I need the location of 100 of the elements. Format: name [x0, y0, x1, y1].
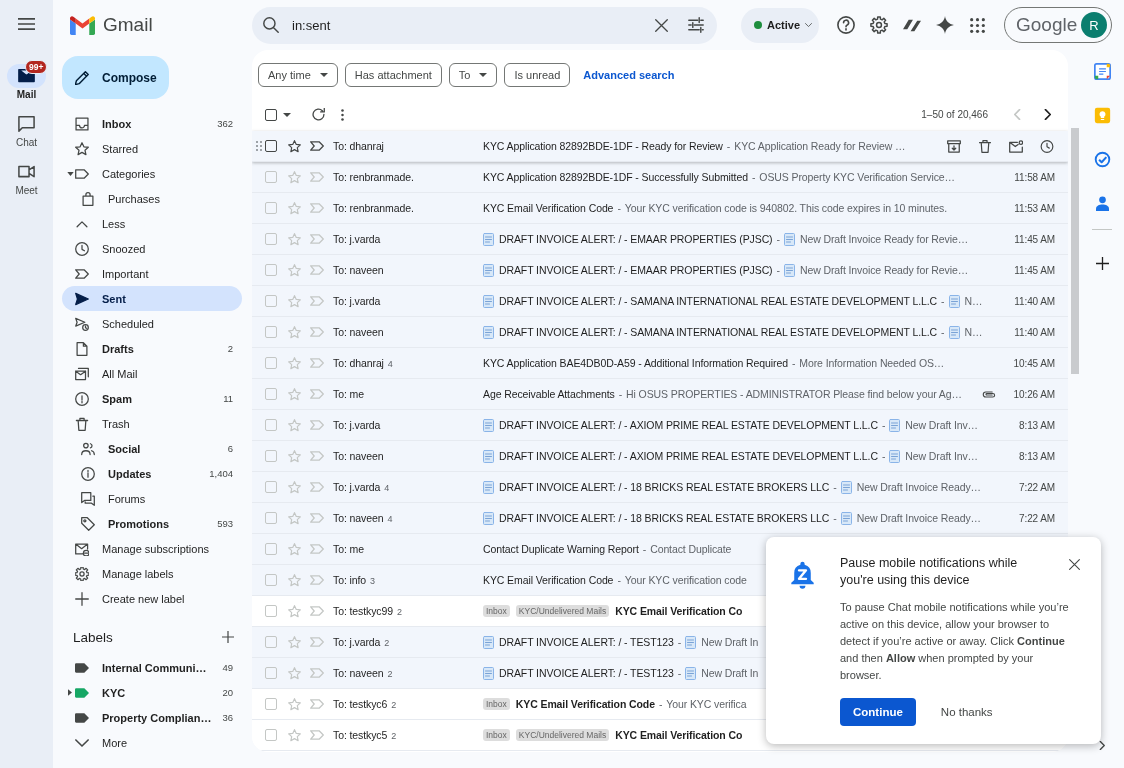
sidebar-item[interactable]: Trash [62, 411, 242, 436]
select-all-checkbox[interactable] [265, 108, 277, 121]
sidebar-item[interactable]: Purchases [62, 186, 242, 211]
receipt-icon [483, 418, 494, 432]
star-icon[interactable] [288, 139, 301, 153]
rail-nav-item[interactable]: Chat [0, 106, 53, 154]
search-bar[interactable]: in:sent [252, 6, 717, 44]
compose-button[interactable]: Compose [62, 56, 169, 99]
sidebar-item[interactable]: All Mail [62, 361, 242, 386]
email-row[interactable]: To: dhanraj KYC Application 82892BDE-1DF - Ready for Review - KYC Application Ready for Review … [252, 131, 1068, 162]
sidebar-item[interactable]: Social 6 [62, 436, 242, 461]
sidebar-item[interactable]: Manage labels [62, 561, 242, 586]
thread-count: 2 [391, 731, 397, 741]
status-button[interactable]: Active [741, 7, 819, 43]
shopping-bag-icon [81, 191, 95, 206]
caret-icon[interactable] [68, 689, 72, 696]
filter-chip[interactable]: To [448, 63, 498, 87]
status-dot-icon [754, 21, 762, 29]
sidebar-item[interactable]: Starred [62, 136, 242, 161]
email-subject: DRAFT INVOICE ALERT: / - EMAAR PROPERTIES (PJSC) [499, 233, 773, 245]
sidebar-item[interactable]: Spam 11 [62, 386, 242, 411]
email-subject: DRAFT INVOICE ALERT: / - 18 BRICKS REAL ESTATE BROKERS LLC [499, 481, 830, 493]
label-item[interactable]: KYC 20 [62, 680, 242, 705]
email-time: 10:26 AM [1013, 388, 1056, 400]
email-time: 11:45 AM [1014, 264, 1056, 276]
sidebar-item[interactable]: Categories [62, 161, 242, 186]
filter-chip[interactable]: Is unread [504, 63, 571, 87]
sidebar-item[interactable]: Less [62, 211, 242, 236]
item-count: 36 [222, 712, 233, 723]
sidebar-item[interactable]: Sent [62, 286, 242, 311]
settings-icon [869, 16, 888, 34]
drag-handle-icon[interactable] [256, 141, 262, 151]
recipient-name: To: renbranmade. [333, 202, 414, 214]
snippet-separator: - [941, 295, 945, 307]
inbox-icon [75, 116, 89, 131]
recipient-name: To: me [333, 388, 364, 400]
recipient-name: To: j.varda [333, 295, 381, 307]
info-icon [81, 466, 95, 481]
snippet-separator: - [833, 512, 837, 524]
snippet-separator: - [881, 450, 886, 462]
email-time: 11:58 AM [1014, 171, 1056, 183]
thread-count: 4 [387, 514, 393, 524]
clock-icon [75, 241, 89, 256]
chevron-right-icon [1099, 740, 1105, 750]
caret-down-icon [319, 73, 328, 77]
lightbulb-icon [1093, 106, 1111, 124]
snippet-separator: - [791, 357, 796, 369]
continue-button[interactable]: Continue [840, 698, 916, 726]
snippet-separator: - [618, 388, 623, 400]
scrollbar-thumb[interactable] [1071, 128, 1079, 374]
row-checkbox[interactable] [265, 140, 277, 152]
sidebar-item[interactable]: Inbox 362 [62, 111, 242, 136]
label-chip[interactable]: Inbox [483, 605, 510, 617]
help-icon [836, 16, 855, 34]
email-snippet: New Draft In [701, 636, 759, 648]
snippet-separator: - [642, 543, 647, 555]
rail-nav-item[interactable]: Meet [0, 154, 53, 202]
sidebar-item[interactable]: Snoozed [62, 236, 242, 261]
label-item[interactable]: Internal Communi… 49 [62, 655, 242, 680]
importance-marker-icon[interactable] [310, 141, 324, 151]
sidebar-item[interactable]: Drafts 2 [62, 336, 242, 361]
bell-icon [790, 561, 815, 589]
person-icon [1095, 195, 1109, 211]
sidebar-item[interactable]: Forums [62, 486, 242, 511]
item-count: 1,404 [209, 468, 233, 479]
receipt-icon [483, 325, 494, 339]
label-chip[interactable]: Inbox [483, 698, 510, 710]
create-label-button[interactable] [220, 629, 236, 645]
importance-icon [75, 266, 89, 281]
sidebar-item[interactable]: Create new label [62, 586, 242, 611]
sidebar-item[interactable]: Manage subscriptions [62, 536, 242, 561]
filter-chip[interactable]: Has attachment [344, 63, 442, 87]
search-input[interactable]: in:sent [292, 15, 638, 35]
trash-icon [75, 416, 89, 431]
sidebar-item[interactable]: Important [62, 261, 242, 286]
label-chip[interactable]: KYC/Undelivered Mails [515, 605, 610, 617]
thread-count: 4 [384, 483, 390, 493]
caret-icon[interactable] [66, 171, 74, 176]
more-labels-button[interactable]: More [62, 730, 242, 755]
sidebar-item[interactable]: Updates 1,404 [62, 461, 242, 486]
apps-grid-icon [970, 17, 985, 33]
label-chip[interactable]: KYC/Undelivered Mails [515, 729, 610, 741]
sidebar-item[interactable]: Promotions 593 [62, 511, 242, 536]
advanced-search-link[interactable]: Advanced search [583, 69, 675, 81]
recipient-name: To: j.varda [333, 481, 381, 493]
caret-down-icon [479, 73, 488, 77]
label-chip[interactable]: Inbox [483, 729, 510, 741]
label-item[interactable]: Property Complian… 36 [62, 705, 242, 730]
email-subject: KYC Application BAE4DB0D-A59 - Additional Information Required [483, 357, 788, 369]
sidebar-item[interactable]: Scheduled [62, 311, 242, 336]
plus-icon [1095, 256, 1109, 270]
recipient-name: To: j.varda [333, 233, 381, 245]
rail-nav-item[interactable]: Mail 99+ [0, 58, 53, 106]
email-snippet: New Draft Invoice Ready for Revie… [799, 233, 969, 245]
check-circle-icon [1093, 150, 1111, 168]
app-logo-icon [70, 15, 95, 35]
menu-icon [18, 18, 35, 30]
email-snippet: Your KYC verification code is 940802. This code expires in 10 minutes. [624, 202, 947, 214]
email-snippet: New Draft In [701, 667, 759, 679]
filter-chip[interactable]: Any time [258, 63, 338, 87]
